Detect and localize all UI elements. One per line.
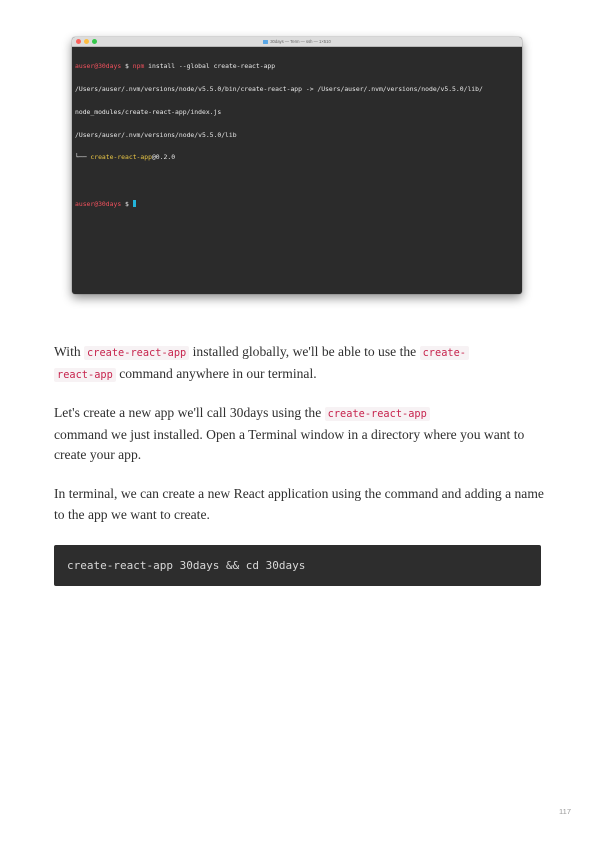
- prompt-user: auser@30days: [75, 199, 122, 208]
- terminal-output-line: node_modules/create-react-app/index.js: [75, 107, 222, 116]
- inline-code: create-: [419, 346, 469, 360]
- paragraph-text: command anywhere in our terminal.: [115, 365, 317, 381]
- inline-code: create-react-app: [324, 407, 430, 421]
- terminal-command-line: auser@30days $ npm install --global crea…: [75, 62, 520, 71]
- terminal-title-text: 30days — Term — ssh — 1×510: [270, 39, 331, 44]
- terminal-title: 30days — Term — ssh — 1×510: [72, 37, 522, 46]
- terminal-output-line: /Users/auser/.nvm/versions/node/v5.5.0/l…: [75, 130, 237, 139]
- terminal-tree-line: └── create-react-app@0.2.0: [75, 154, 520, 162]
- terminal-titlebar: 30days — Term — ssh — 1×510: [72, 37, 522, 47]
- prompt-symbol: $: [125, 199, 129, 208]
- package-version: @0.2.0: [151, 153, 176, 162]
- page-number: 117: [559, 807, 571, 816]
- terminal-final-prompt: auser@30days $: [75, 199, 520, 208]
- paragraph-create-new-app: Let's create a new app we'll call 30days…: [54, 403, 544, 466]
- terminal-screenshot: 30days — Term — ssh — 1×510 auser@30days…: [72, 37, 522, 294]
- command-args: install --global create-react-app: [148, 62, 276, 71]
- tree-prefix: └──: [75, 153, 91, 162]
- inline-code: create-react-app: [84, 346, 190, 360]
- inline-code: react-app: [54, 367, 116, 382]
- paragraph-installed-globally: With create-react-app installed globally…: [54, 342, 544, 385]
- folder-icon: [263, 40, 269, 44]
- paragraph-text: Let's create a new app we'll call 30days…: [54, 405, 325, 420]
- prompt-symbol: $: [125, 62, 129, 71]
- paragraph-text: With: [54, 344, 85, 359]
- paragraph-in-terminal: In terminal, we can create a new React a…: [54, 486, 544, 522]
- code-block-text: create-react-app 30days && cd 30days: [67, 559, 306, 572]
- paragraph-text: installed globally, we'll be able to use…: [189, 344, 420, 359]
- terminal-output-line: /Users/auser/.nvm/versions/node/v5.5.0/b…: [75, 84, 483, 93]
- command-tool: npm: [132, 62, 145, 71]
- package-name: create-react-app: [90, 153, 152, 162]
- terminal-cursor: [132, 199, 137, 207]
- terminal-output: auser@30days $ npm install --global crea…: [72, 47, 522, 223]
- prompt-user: auser@30days: [75, 62, 122, 71]
- paragraph-text: command we just installed. Open a Termin…: [54, 426, 525, 463]
- code-block: create-react-app 30days && cd 30days: [54, 545, 541, 586]
